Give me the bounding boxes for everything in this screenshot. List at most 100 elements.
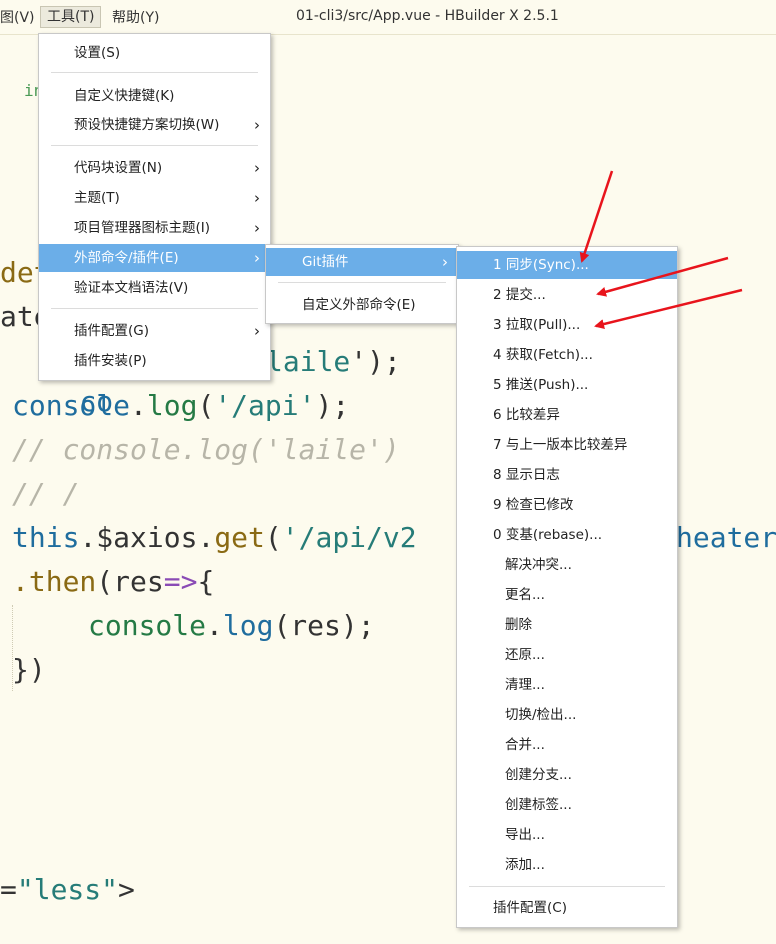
menu-view[interactable]: 图(V) (0, 8, 35, 28)
chevron-right-icon: › (254, 249, 260, 267)
menu-item-git-commit[interactable]: 2 提交... (457, 281, 677, 309)
menu-item-label: 更名... (505, 587, 545, 603)
menu-item-git-pull[interactable]: 3 拉取(Pull)... (457, 311, 677, 339)
chevron-right-icon: › (442, 253, 448, 271)
menu-item-label: 6 比较差异 (493, 407, 560, 423)
menu-item-label: 创建分支... (505, 767, 572, 783)
code-token: $axios (96, 521, 198, 554)
code-token: console (12, 389, 131, 422)
menu-separator (51, 72, 258, 73)
menu-item-snippet-settings[interactable]: 代码块设置(N) › (39, 154, 270, 182)
menu-item-git-delete[interactable]: 删除 (457, 611, 677, 639)
code-token: get (214, 521, 265, 554)
code-line-4: // / (12, 477, 80, 510)
menu-item-label: 主题(T) (74, 190, 120, 206)
menu-item-git-export[interactable]: 导出... (457, 821, 677, 849)
code-token: log (146, 389, 198, 422)
menu-item-git-fetch[interactable]: 4 获取(Fetch)... (457, 341, 677, 369)
menu-item-git-push[interactable]: 5 推送(Push)... (457, 371, 677, 399)
code-token: (res (96, 565, 164, 598)
git-plugin-menu: 1 同步(Sync)... 2 提交... 3 拉取(Pull)... 4 获取… (456, 246, 678, 928)
menu-item-label: 插件配置(C) (493, 900, 567, 916)
menu-item-project-icon-theme[interactable]: 项目管理器图标主题(I) › (39, 214, 270, 242)
menu-tools[interactable]: 工具(T) (40, 6, 102, 28)
menu-item-git-resolve[interactable]: 解决冲突... (457, 551, 677, 579)
menu-item-external-commands[interactable]: 外部命令/插件(E) › (39, 244, 270, 272)
menu-item-settings[interactable]: 设置(S) (39, 39, 270, 67)
menu-item-label: 验证本文档语法(V) (74, 280, 189, 296)
menu-item-git-merge[interactable]: 合并... (457, 731, 677, 759)
menu-item-git-rebase[interactable]: 0 变基(rebase)... (457, 521, 677, 549)
menu-item-git-revert[interactable]: 还原... (457, 641, 677, 669)
code-token: = (0, 873, 17, 906)
menu-item-git-plugin-config[interactable]: 插件配置(C) (457, 894, 677, 922)
menu-item-label: 3 拉取(Pull)... (493, 317, 581, 333)
menu-item-label: 9 检查已修改 (493, 497, 574, 513)
menu-item-label: 解决冲突... (505, 557, 572, 573)
menu-item-label: 添加... (505, 857, 545, 873)
menu-item-label: 合并... (505, 737, 545, 753)
code-line-7: console.log(res); (88, 606, 375, 646)
menu-item-custom-shortcuts[interactable]: 自定义快捷键(K) (39, 82, 270, 110)
code-token: ( (264, 521, 282, 554)
code-token: . (206, 609, 223, 642)
code-line-9: ="less"> (0, 870, 135, 910)
menu-item-plugin-config[interactable]: 插件配置(G) › (39, 317, 270, 345)
menu-item-shortcut-scheme[interactable]: 预设快捷键方案切换(W) › (39, 111, 270, 139)
chevron-right-icon: › (254, 116, 260, 134)
menu-help[interactable]: 帮助(Y) (112, 8, 159, 28)
menu-item-label: 代码块设置(N) (74, 160, 163, 176)
code-line-5: this.$axios.get('/api/v2 (12, 518, 417, 558)
external-commands-menu: Git插件 › 自定义外部命令(E) (265, 244, 459, 324)
code-token: => (163, 565, 198, 598)
menu-item-git-add[interactable]: 添加... (457, 851, 677, 879)
menu-item-validate-syntax[interactable]: 验证本文档语法(V) (39, 274, 270, 302)
menu-item-theme[interactable]: 主题(T) › (39, 184, 270, 212)
menu-item-label: 7 与上一版本比较差异 (493, 437, 628, 453)
menu-item-git-diff-previous[interactable]: 7 与上一版本比较差异 (457, 431, 677, 459)
code-line-1-tail: laile'); (266, 342, 401, 382)
menu-item-label: 自定义外部命令(E) (302, 297, 416, 313)
menu-item-label: 8 显示日志 (493, 467, 560, 483)
code-token: this (12, 521, 80, 554)
tools-menu: 设置(S) 自定义快捷键(K) 预设快捷键方案切换(W) › 代码块设置(N) › … (38, 33, 271, 381)
menu-bar: 图(V) 工具(T) 帮助(Y) 01-cli3/src/App.vue - H… (0, 0, 776, 35)
chevron-right-icon: › (254, 322, 260, 340)
menu-item-label: 插件配置(G) (74, 323, 149, 339)
menu-item-label: 清理... (505, 677, 545, 693)
menu-item-plugin-install[interactable]: 插件安装(P) (39, 347, 270, 375)
menu-item-git-diff[interactable]: 6 比较差异 (457, 401, 677, 429)
menu-item-git-sync[interactable]: 1 同步(Sync)... (457, 251, 677, 279)
menu-item-label: 1 同步(Sync)... (493, 257, 589, 273)
menu-item-git-plugin[interactable]: Git插件 › (266, 248, 458, 276)
menu-item-git-create-branch[interactable]: 创建分支... (457, 761, 677, 789)
code-token: ); (315, 389, 350, 422)
code-token: "less" (16, 873, 119, 906)
chevron-right-icon: › (254, 189, 260, 207)
menu-item-git-clean[interactable]: 清理... (457, 671, 677, 699)
menu-item-label: 0 变基(rebase)... (493, 527, 603, 543)
menu-separator (278, 282, 446, 283)
menu-item-git-rename[interactable]: 更名... (457, 581, 677, 609)
menu-item-label: 设置(S) (74, 45, 121, 61)
code-line-2: console.log('/api'); (12, 386, 349, 426)
code-token: > (118, 873, 135, 906)
menu-item-label: 删除 (505, 617, 532, 633)
window-title: 01-cli3/src/App.vue - HBuilder X 2.5.1 (296, 8, 559, 24)
menu-item-label: 5 推送(Push)... (493, 377, 589, 393)
menu-item-label: 插件安装(P) (74, 353, 147, 369)
menu-item-label: 4 获取(Fetch)... (493, 347, 593, 363)
menu-item-custom-external-command[interactable]: 自定义外部命令(E) (266, 291, 458, 319)
menu-item-git-checkout[interactable]: 切换/检出... (457, 701, 677, 729)
menu-item-git-check-modified[interactable]: 9 检查已修改 (457, 491, 677, 519)
code-line-8: }) (12, 653, 46, 686)
menu-item-git-create-tag[interactable]: 创建标签... (457, 791, 677, 819)
menu-item-git-log[interactable]: 8 显示日志 (457, 461, 677, 489)
code-token: '); (350, 345, 401, 378)
code-token: (res); (273, 609, 375, 642)
menu-separator (51, 145, 258, 146)
code-line-3: // console.log('laile') (12, 433, 400, 466)
chevron-right-icon: › (254, 219, 260, 237)
code-token: . (197, 521, 215, 554)
menu-item-label: 自定义快捷键(K) (74, 88, 175, 104)
